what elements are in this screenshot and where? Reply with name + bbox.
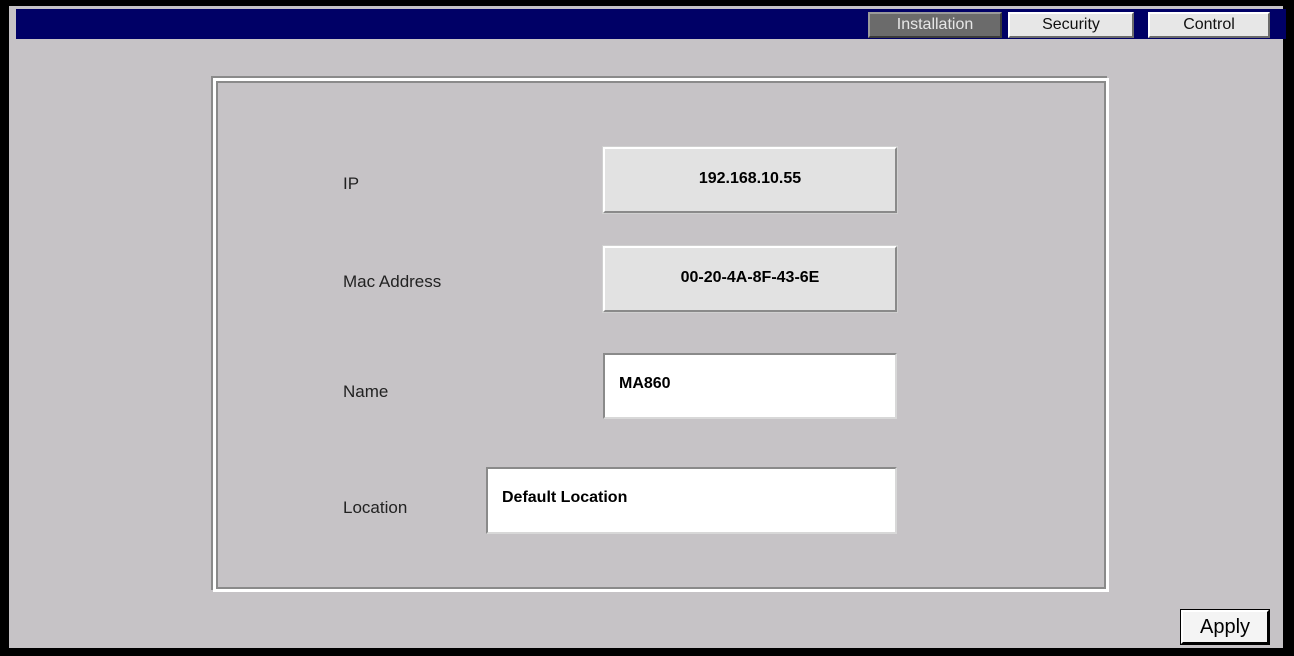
- tab-bar: Installation Security Control: [16, 9, 1286, 39]
- name-input[interactable]: MA860: [603, 353, 897, 419]
- ip-value-field: 192.168.10.55: [603, 147, 897, 213]
- device-settings-window: Installation Security Control IP 192.168…: [6, 3, 1286, 651]
- tab-installation[interactable]: Installation: [868, 12, 1002, 38]
- location-label: Location: [343, 498, 408, 517]
- apply-button[interactable]: Apply: [1180, 609, 1270, 645]
- location-input[interactable]: Default Location: [486, 467, 897, 534]
- name-label: Name: [343, 382, 389, 401]
- tab-security[interactable]: Security: [1008, 12, 1134, 38]
- mac-address-value-field: 00-20-4A-8F-43-6E: [603, 246, 897, 312]
- tab-control[interactable]: Control: [1148, 12, 1270, 38]
- mac-address-label: Mac Address: [343, 272, 442, 291]
- ip-label: IP: [343, 174, 360, 193]
